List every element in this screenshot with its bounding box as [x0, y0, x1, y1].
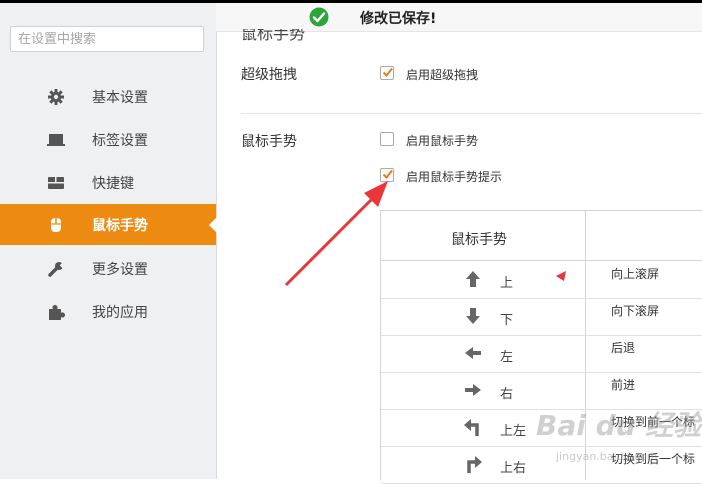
gesture-direction: 上: [500, 276, 514, 291]
keyboard-icon: [48, 177, 64, 189]
arrow-left-icon: [465, 347, 481, 359]
settings-sidebar: 基本设置 标签设置 快捷键 鼠标手势 更多设置: [0, 3, 217, 479]
table-header-gesture: 鼠标手势: [451, 232, 507, 248]
save-toast: 修改已保存!: [216, 3, 702, 32]
gesture-hint-label: 启用鼠标手势提示: [406, 170, 503, 184]
sidebar-item-label: 标签设置: [92, 133, 148, 149]
table-row: 下 向下滚屏: [381, 298, 702, 336]
watermark-logo: Bai du 经验: [536, 409, 702, 442]
settings-search-input[interactable]: [10, 26, 204, 52]
sidebar-item-more[interactable]: 更多设置: [0, 248, 216, 289]
sidebar-item-my-apps[interactable]: 我的应用: [0, 291, 216, 332]
arrow-right-icon: [465, 384, 481, 396]
gesture-action: 向上滚屏: [611, 267, 660, 281]
sidebar-item-label: 快捷键: [92, 176, 134, 192]
section-heading-partial: 鼠标手势: [241, 29, 306, 41]
watermark-url: jingyan.baidu.com: [556, 450, 658, 463]
sidebar-item-label: 基本设置: [92, 90, 148, 106]
section-divider: [241, 113, 702, 114]
table-row: 上 向上滚屏: [381, 261, 702, 299]
arrow-down-icon: [466, 308, 480, 324]
wrench-icon: [48, 262, 65, 277]
arrow-up-icon: [466, 271, 480, 287]
gesture-direction: 右: [500, 387, 514, 402]
puzzle-icon: [49, 305, 65, 320]
enable-gesture-label: 启用鼠标手势: [406, 134, 479, 148]
arrow-up-left-icon: [464, 419, 479, 436]
super-drag-checkbox[interactable]: [380, 66, 394, 80]
tab-icon: [47, 134, 65, 146]
gear-icon: [48, 89, 64, 105]
checkmark-icon: [382, 67, 393, 78]
sidebar-item-label: 更多设置: [92, 262, 148, 278]
gesture-direction: 下: [500, 313, 514, 328]
gesture-action: 向下滚屏: [611, 304, 660, 318]
super-drag-label: 启用超级拖拽: [406, 68, 479, 82]
sidebar-item-tabs[interactable]: 标签设置: [0, 119, 216, 160]
mouse-icon: [51, 218, 61, 232]
mouse-gesture-title: 鼠标手势: [241, 134, 297, 150]
super-drag-title: 超级拖拽: [241, 67, 297, 83]
sidebar-item-shortcuts[interactable]: 快捷键: [0, 162, 216, 203]
table-row: 左 后退: [381, 335, 702, 373]
table-header: 鼠标手势: [381, 211, 702, 261]
sidebar-item-label: 我的应用: [92, 305, 148, 321]
enable-gesture-checkbox[interactable]: [380, 132, 394, 146]
sidebar-item-label: 鼠标手势: [92, 218, 148, 234]
gesture-direction: 上右: [500, 461, 527, 476]
cursor-marker: [556, 271, 566, 281]
check-circle-icon: [309, 7, 329, 27]
gesture-direction: 左: [500, 350, 514, 365]
sidebar-item-mouse-gesture[interactable]: 鼠标手势: [0, 204, 217, 245]
gesture-direction: 上左: [500, 424, 527, 439]
toast-message: 修改已保存!: [360, 11, 437, 27]
gesture-action: 前进: [611, 378, 636, 392]
arrow-up-right-icon: [467, 456, 482, 473]
sidebar-item-basic[interactable]: 基本设置: [0, 76, 216, 117]
gesture-action: 后退: [611, 341, 636, 355]
